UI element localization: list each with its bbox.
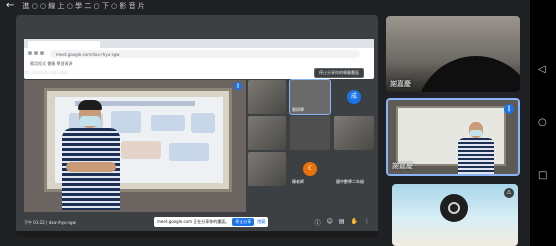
inner-controls: ⓘ ☺ ▤ ✋ ⋮ (315, 218, 370, 227)
participant-name: 謝嘉慶 (392, 162, 413, 170)
top-bar: ← 進 ○ ○ 線 上 ○ 學 二 ○ 下 ○ 影 音 片 (0, 0, 530, 12)
inner-tile[interactable]: ℂ 陳老師 (290, 152, 330, 186)
back-icon[interactable]: ← (6, 1, 14, 11)
inner-tile[interactable] (248, 152, 286, 186)
inner-participant-grid: 張同學 成 ℂ 陳老師 國中數學二年級 (248, 79, 374, 212)
inner-meet-bottom-bar: 下午 01:22 | dxa-rhyu-sgw meet.google.com … (24, 214, 374, 232)
windows-taskbar (16, 231, 378, 237)
inner-tile[interactable] (248, 80, 286, 114)
inner-tile[interactable]: 成 (334, 80, 374, 114)
browser-tab-strip (24, 39, 374, 48)
browser-tab (28, 41, 100, 48)
inner-tile[interactable] (290, 116, 330, 150)
obs-logo-icon (440, 194, 468, 222)
participant-name: 謝嘉慶 (390, 80, 411, 88)
avatar: ℂ (303, 162, 317, 176)
hide-notice-button[interactable]: 隱藏 (257, 219, 265, 225)
raise-hand-icon[interactable]: ✋ (351, 218, 358, 227)
teacher-figure (458, 122, 494, 174)
speaking-indicator-icon: ∥ (504, 104, 514, 114)
stop-presenting-button[interactable]: 停止分享你的螢幕畫面 (314, 68, 364, 78)
browser-nav-buttons (28, 51, 48, 56)
presenting-banner: 你正在向所有人展示畫面 停止分享你的螢幕畫面 (24, 68, 364, 78)
stop-sharing-button[interactable]: 停止分享 (232, 218, 255, 226)
screen-share-text: meet.google.com 正在分享你的畫面。 (157, 219, 230, 224)
chat-icon[interactable]: ▤ (339, 218, 345, 227)
browser-bookmarks: 應用程式 書籤 學習資源 (30, 61, 73, 66)
browser-url-bar: meet.google.com/dxa-rhyu-sgw (50, 50, 360, 58)
nav-back-icon[interactable]: ◁ (538, 64, 546, 75)
inner-tile[interactable]: 國中數學二年級 (334, 152, 374, 186)
nav-recent-apps-icon[interactable]: □ (538, 170, 547, 181)
participant-tile[interactable]: ⚠ (392, 184, 518, 246)
more-options-icon[interactable]: ⋮ (364, 218, 370, 227)
inner-tile[interactable] (334, 116, 374, 150)
nav-home-icon[interactable]: ○ (538, 117, 547, 128)
presenting-label: 你正在向所有人展示畫面 (24, 70, 68, 75)
inner-main-video: ∥ (24, 80, 246, 212)
avatar: 成 (347, 90, 361, 104)
participant-tile[interactable]: 謝嘉慶 (386, 16, 520, 92)
emoji-icon[interactable]: ☺ (327, 218, 333, 227)
presentation-view[interactable]: meet.google.com/dxa-rhyu-sgw 應用程式 書籤 學習資… (16, 15, 378, 237)
meeting-title: 進 ○ ○ 線 上 ○ 學 二 ○ 下 ○ 影 音 片 (22, 2, 145, 10)
participant-tile-active[interactable]: ∥ 謝嘉慶 (386, 98, 520, 176)
screen-share-notice: meet.google.com 正在分享你的畫面。 停止分享 隱藏 (154, 217, 269, 227)
warning-icon: ⚠ (504, 188, 514, 198)
info-icon[interactable]: ⓘ (315, 218, 321, 227)
speaking-indicator-icon: ∥ (234, 82, 242, 90)
inner-tile[interactable] (248, 116, 286, 150)
teacher-figure (60, 100, 122, 210)
meeting-code: 下午 01:22 | dxa-rhyu-sgw (24, 220, 76, 225)
inner-tile[interactable]: 張同學 (289, 79, 331, 115)
android-nav-bar: ◁ ○ □ (530, 0, 556, 246)
